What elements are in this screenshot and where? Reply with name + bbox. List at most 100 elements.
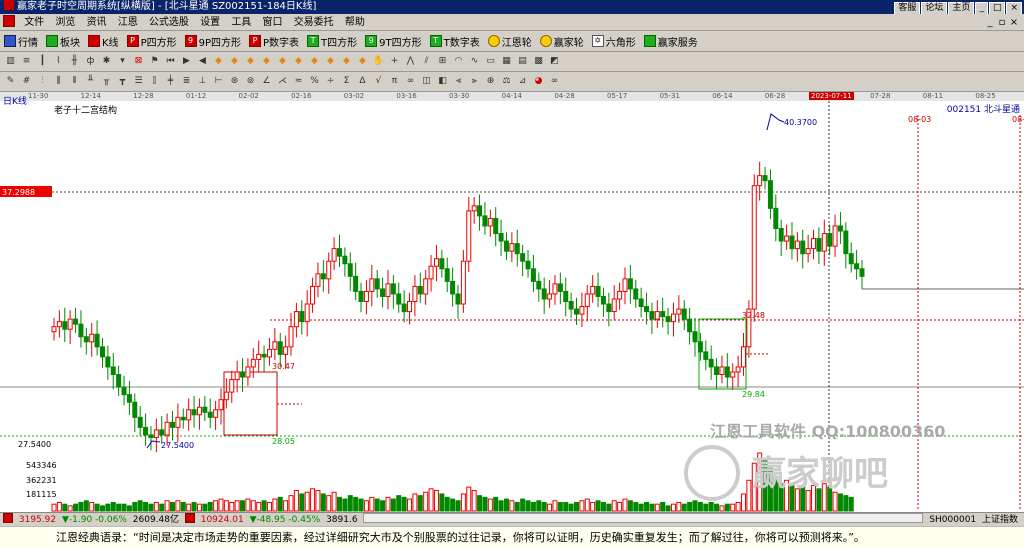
align-icon[interactable]: ⫷ — [452, 75, 465, 88]
first-page-icon[interactable]: ⏮ — [164, 55, 177, 68]
left-arrow-icon[interactable]: ◀ — [196, 55, 209, 68]
toolbar-9t-square-button[interactable]: 9 9T四方形 — [365, 34, 422, 49]
tick-icon[interactable]: ф — [84, 55, 97, 68]
diamond-3-icon[interactable]: ◆ — [244, 55, 257, 68]
menu-gann[interactable]: 江恩 — [114, 14, 142, 31]
play-icon[interactable]: ▶ — [180, 55, 193, 68]
ladder-icon[interactable]: ⫼ — [52, 75, 65, 88]
mdi-minimize-icon[interactable]: _ — [984, 14, 996, 31]
candle-body — [396, 293, 402, 305]
diamond-10-icon[interactable]: ◆ — [356, 55, 369, 68]
diamond-6-icon[interactable]: ◆ — [292, 55, 305, 68]
menu-help[interactable]: 帮助 — [341, 14, 369, 31]
percent-icon[interactable]: % — [308, 75, 321, 88]
toolbar-winner-wheel-button[interactable]: 赢家轮 — [539, 34, 584, 49]
toolbar-service-button[interactable]: 赢家服务 — [643, 34, 698, 49]
split-icon[interactable]: ╪ — [164, 75, 177, 88]
line-icon[interactable]: ⌇ — [52, 55, 65, 68]
mark-icon[interactable]: ⊥ — [196, 75, 209, 88]
toolbar-kline-button[interactable]: K线 — [88, 34, 119, 49]
link-icon[interactable]: ∞ — [548, 75, 561, 88]
crosshair-icon[interactable]: + — [388, 55, 401, 68]
chevron-down-icon[interactable]: ▾ — [116, 55, 129, 68]
fib-icon[interactable]: ⊞ — [436, 55, 449, 68]
hand-icon[interactable]: ✋ — [372, 55, 385, 68]
spiral-icon[interactable]: ⊛ — [228, 75, 241, 88]
toolbar-hexagon-button[interactable]: ✡ 六角形 — [591, 34, 636, 49]
ohlc-icon[interactable]: ╫ — [68, 55, 81, 68]
channel-icon[interactable]: ⫽ — [420, 55, 433, 68]
diamond-2-icon[interactable]: ◆ — [228, 55, 241, 68]
diamond-8-icon[interactable]: ◆ — [324, 55, 337, 68]
toolbar-9p-square-button[interactable]: 9 9P四方形 — [184, 34, 241, 49]
ratio-icon[interactable]: ÷ — [324, 75, 337, 88]
bar-chart-icon[interactable]: ▥ — [4, 55, 17, 68]
gate-icon[interactable]: ╥ — [100, 75, 113, 88]
candlestick-icon[interactable]: ┃ — [36, 55, 49, 68]
color-wheel-icon[interactable]: ◕ — [532, 75, 545, 88]
mdi-close-icon[interactable]: × — [1008, 14, 1020, 31]
list-icon[interactable]: ≡ — [20, 55, 33, 68]
menu-browse[interactable]: 浏览 — [51, 14, 79, 31]
ruler-icon[interactable]: ⊢ — [212, 75, 225, 88]
trend-line-icon[interactable]: ⋀ — [404, 55, 417, 68]
level-icon[interactable]: ⫸ — [468, 75, 481, 88]
menu-file[interactable]: 文件 — [20, 14, 48, 31]
comb-icon[interactable]: ⫴ — [68, 75, 81, 88]
bars-icon[interactable]: ⫶ — [36, 75, 49, 88]
pi-icon[interactable]: π — [388, 75, 401, 88]
sigma-icon[interactable]: Σ — [340, 75, 353, 88]
kline-chart[interactable]: 37.2988 27.5400 543346 362231 181115 40.3700 2… — [0, 101, 1024, 512]
gear-icon[interactable]: ✱ — [100, 55, 113, 68]
mdi-restore-icon[interactable]: ▫ — [996, 14, 1008, 31]
toolbar-sector-button[interactable]: 板块 — [46, 34, 80, 49]
rows-icon[interactable]: ☰ — [132, 75, 145, 88]
diamond-7-icon[interactable]: ◆ — [308, 55, 321, 68]
flag-icon[interactable]: ⚑ — [148, 55, 161, 68]
target-icon[interactable]: ⊕ — [484, 75, 497, 88]
fence-icon[interactable]: ╨ — [84, 75, 97, 88]
circles-icon[interactable]: ⊚ — [244, 75, 257, 88]
infinity-icon[interactable]: ∞ — [404, 75, 417, 88]
kline-type-label[interactable]: 日K线 — [3, 94, 27, 107]
rack-icon[interactable]: ┳ — [116, 75, 129, 88]
menu-info[interactable]: 资讯 — [83, 14, 111, 31]
arc-icon[interactable]: ◠ — [452, 55, 465, 68]
doc-icon[interactable]: ▤ — [516, 55, 529, 68]
split-view-icon[interactable]: ◫ — [420, 75, 433, 88]
grid-icon[interactable]: ▩ — [532, 55, 545, 68]
toolbar-gann-wheel-button[interactable]: 江恩轮 — [487, 34, 532, 49]
angle-icon[interactable]: ∠ — [260, 75, 273, 88]
menu-window[interactable]: 窗口 — [259, 14, 287, 31]
zoom-icon[interactable]: ⊠ — [132, 55, 145, 68]
menu-formula[interactable]: 公式选股 — [145, 14, 193, 31]
diamond-4-icon[interactable]: ◆ — [260, 55, 273, 68]
scale-icon[interactable]: ⚖ — [500, 75, 513, 88]
table-icon[interactable]: ▦ — [500, 55, 513, 68]
sqrt-icon[interactable]: √ — [372, 75, 385, 88]
wave-icon[interactable]: ≈ — [292, 75, 305, 88]
chart-type-icon[interactable]: ◩ — [548, 55, 561, 68]
menu-tools[interactable]: 工具 — [227, 14, 255, 31]
horizontal-scrollbar[interactable] — [363, 513, 924, 523]
hash-icon[interactable]: # — [20, 75, 33, 88]
diamond-5-icon[interactable]: ◆ — [276, 55, 289, 68]
menu-trade[interactable]: 交易委托 — [290, 14, 338, 31]
fan-icon[interactable]: ⋌ — [276, 75, 289, 88]
box-icon[interactable]: ▭ — [484, 55, 497, 68]
diamond-icon[interactable]: ◆ — [212, 55, 225, 68]
delta-icon[interactable]: Δ — [356, 75, 369, 88]
pen-icon[interactable]: ✎ — [4, 75, 17, 88]
menu-settings[interactable]: 设置 — [196, 14, 224, 31]
toolbar-t-square-button[interactable]: T T四方形 — [307, 34, 357, 49]
cycle-icon[interactable]: ∿ — [468, 55, 481, 68]
toolbar-t-table-button[interactable]: T T数字表 — [429, 34, 480, 49]
cols-icon[interactable]: ⫿ — [148, 75, 161, 88]
diamond-9-icon[interactable]: ◆ — [340, 55, 353, 68]
stack-icon[interactable]: ≣ — [180, 75, 193, 88]
toolbar-p-table-button[interactable]: P P数字表 — [249, 34, 299, 49]
toolbar-quote-button[interactable]: 行情 — [4, 34, 38, 49]
measure-icon[interactable]: ⊿ — [516, 75, 529, 88]
dual-view-icon[interactable]: ◧ — [436, 75, 449, 88]
toolbar-p-square-button[interactable]: P P四方形 — [126, 34, 177, 49]
